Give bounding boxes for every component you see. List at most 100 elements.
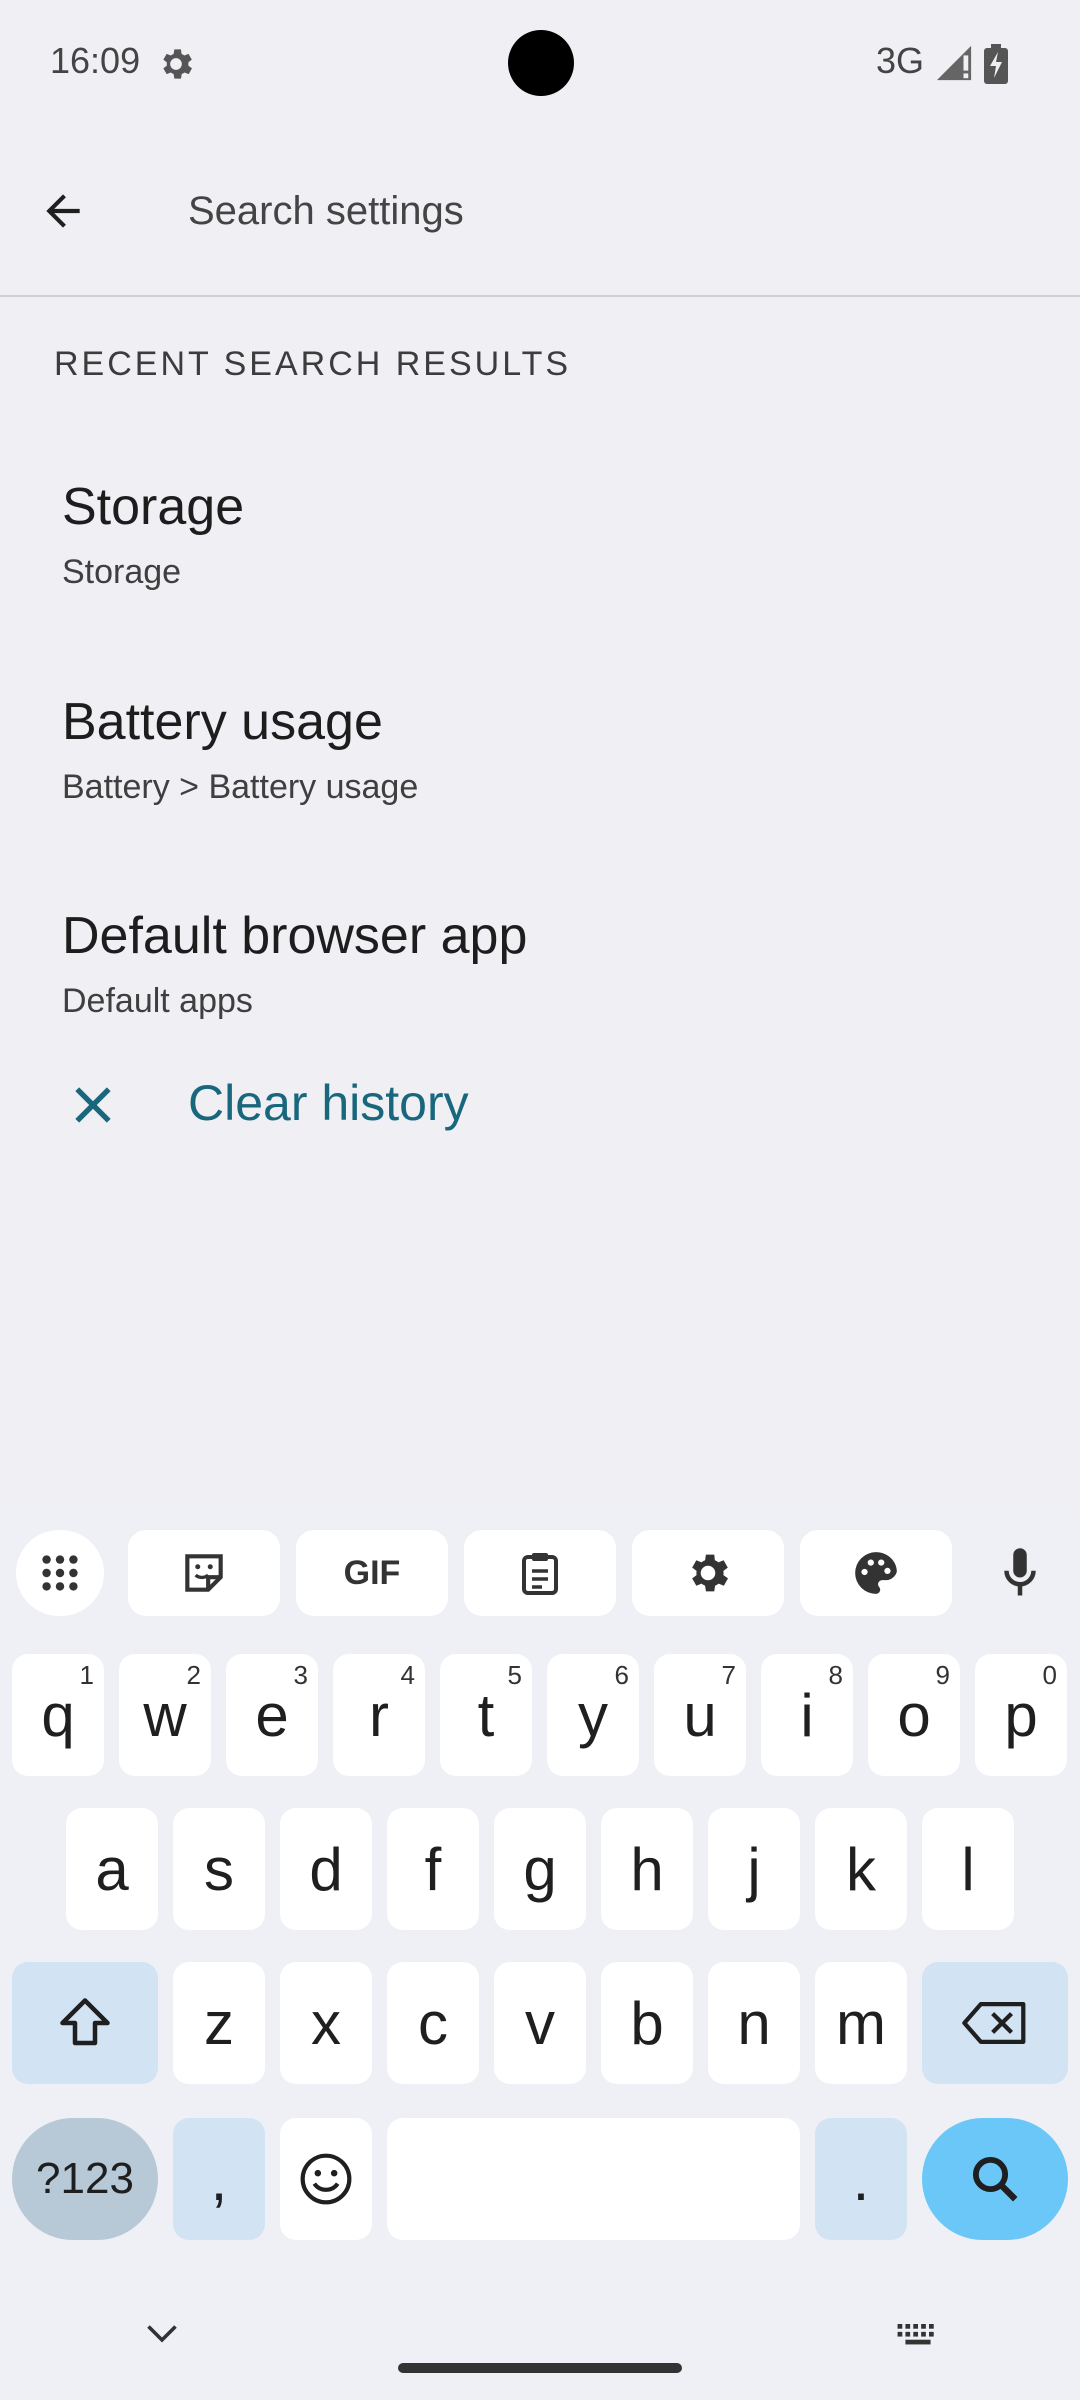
symbols-key[interactable]: ?123	[12, 2118, 158, 2240]
key-r[interactable]: r4	[333, 1654, 425, 1776]
search-input[interactable]	[188, 186, 1038, 236]
status-bar: 16:09 3G	[0, 0, 1080, 130]
hide-keyboard-chevron-icon[interactable]	[144, 2322, 180, 2346]
result-subtitle: Storage	[62, 553, 182, 591]
key-label: g	[523, 1835, 557, 1903]
key-hint: 4	[400, 1660, 415, 1690]
key-j[interactable]: j	[708, 1808, 800, 1930]
emoji-icon	[300, 2153, 352, 2205]
home-gesture-bar[interactable]	[398, 2363, 682, 2373]
key-label: r	[369, 1681, 389, 1749]
key-i[interactable]: i8	[761, 1654, 853, 1776]
key-c[interactable]: c	[387, 1962, 479, 2084]
search-key[interactable]	[922, 2118, 1068, 2240]
key-label: j	[747, 1835, 761, 1903]
key-hint: 7	[721, 1660, 736, 1690]
recent-results-heading: RECENT SEARCH RESULTS	[54, 345, 572, 383]
battery-charging-icon	[984, 44, 1008, 84]
gif-button[interactable]: GIF	[296, 1530, 448, 1616]
backspace-icon	[962, 2002, 1026, 2044]
gear-icon	[692, 1554, 728, 1592]
palette-icon	[855, 1552, 897, 1594]
key-z[interactable]: z	[173, 1962, 265, 2084]
key-w[interactable]: w2	[119, 1654, 211, 1776]
shift-arrow-icon	[60, 1998, 110, 2046]
settings-gear-icon	[163, 49, 192, 79]
key-label: w	[143, 1681, 187, 1749]
key-f[interactable]: f	[387, 1808, 479, 1930]
period-key[interactable]: .	[815, 2118, 907, 2240]
key-a[interactable]: a	[66, 1808, 158, 1930]
result-title: Default browser app	[62, 907, 528, 965]
key-hint: 1	[79, 1660, 94, 1690]
key-label: y	[578, 1681, 608, 1749]
sticker-button[interactable]	[128, 1530, 280, 1616]
key-n[interactable]: n	[708, 1962, 800, 2084]
key-h[interactable]: h	[601, 1808, 693, 1930]
key-label: s	[204, 1835, 234, 1903]
result-item-battery-usage[interactable]: Battery usage Battery > Battery usage	[0, 670, 1080, 830]
key-o[interactable]: o9	[868, 1654, 960, 1776]
key-label: v	[525, 1989, 555, 2057]
key-hint: 5	[507, 1660, 522, 1690]
shift-key[interactable]	[12, 1962, 158, 2084]
key-hint: 8	[828, 1660, 843, 1690]
status-time: 16:09	[50, 40, 141, 81]
key-s[interactable]: s	[173, 1808, 265, 1930]
key-b[interactable]: b	[601, 1962, 693, 2084]
sticker-icon	[185, 1554, 223, 1592]
camera-cutout	[508, 30, 574, 96]
key-label: p	[1004, 1681, 1038, 1749]
key-k[interactable]: k	[815, 1808, 907, 1930]
space-key[interactable]	[387, 2118, 800, 2240]
key-t[interactable]: t5	[440, 1654, 532, 1776]
key-y[interactable]: y6	[547, 1654, 639, 1776]
clear-history-button[interactable]: Clear history	[0, 1050, 600, 1160]
key-m[interactable]: m	[815, 1962, 907, 2084]
header-divider	[0, 295, 1080, 297]
key-label: h	[630, 1835, 664, 1903]
result-subtitle: Default apps	[62, 982, 253, 1020]
key-p[interactable]: p0	[975, 1654, 1067, 1776]
theme-button[interactable]	[800, 1530, 952, 1616]
key-label: x	[311, 1989, 341, 2057]
key-label: e	[255, 1681, 289, 1749]
backspace-key[interactable]	[922, 1962, 1068, 2084]
key-u[interactable]: u7	[654, 1654, 746, 1776]
voice-input-button[interactable]	[980, 1530, 1060, 1616]
key-label: m	[836, 1989, 886, 2057]
key-v[interactable]: v	[494, 1962, 586, 2084]
result-item-default-browser[interactable]: Default browser app Default apps	[0, 884, 1080, 1044]
back-arrow-icon[interactable]	[38, 186, 88, 236]
result-subtitle: Battery > Battery usage	[62, 768, 419, 806]
key-x[interactable]: x	[280, 1962, 372, 2084]
key-label: z	[204, 1989, 234, 2057]
key-label: q	[41, 1681, 75, 1749]
comma-key[interactable]: ,	[173, 2118, 265, 2240]
clipboard-icon	[522, 1553, 558, 1595]
key-label: t	[477, 1681, 495, 1749]
result-title: Battery usage	[62, 693, 383, 751]
keyboard-settings-button[interactable]	[632, 1530, 784, 1616]
apps-grid-icon	[42, 1555, 78, 1591]
key-label: u	[683, 1681, 717, 1749]
key-label: l	[961, 1835, 975, 1903]
key-q[interactable]: q1	[12, 1654, 104, 1776]
emoji-key[interactable]	[280, 2118, 372, 2240]
clipboard-button[interactable]	[464, 1530, 616, 1616]
key-e[interactable]: e3	[226, 1654, 318, 1776]
key-label: b	[630, 1989, 664, 2057]
key-label: o	[897, 1681, 931, 1749]
result-item-storage[interactable]: Storage Storage	[0, 455, 1080, 615]
apps-grid-button[interactable]	[16, 1530, 104, 1616]
network-type: 3G	[876, 40, 925, 81]
keyboard-switch-icon[interactable]	[896, 2322, 940, 2348]
keyboard	[0, 1512, 1080, 2400]
key-label: n	[737, 1989, 771, 2057]
key-l[interactable]: l	[922, 1808, 1014, 1930]
key-g[interactable]: g	[494, 1808, 586, 1930]
key-label: k	[846, 1835, 876, 1903]
search-icon	[972, 2156, 1018, 2202]
key-hint: 6	[614, 1660, 629, 1690]
key-d[interactable]: d	[280, 1808, 372, 1930]
